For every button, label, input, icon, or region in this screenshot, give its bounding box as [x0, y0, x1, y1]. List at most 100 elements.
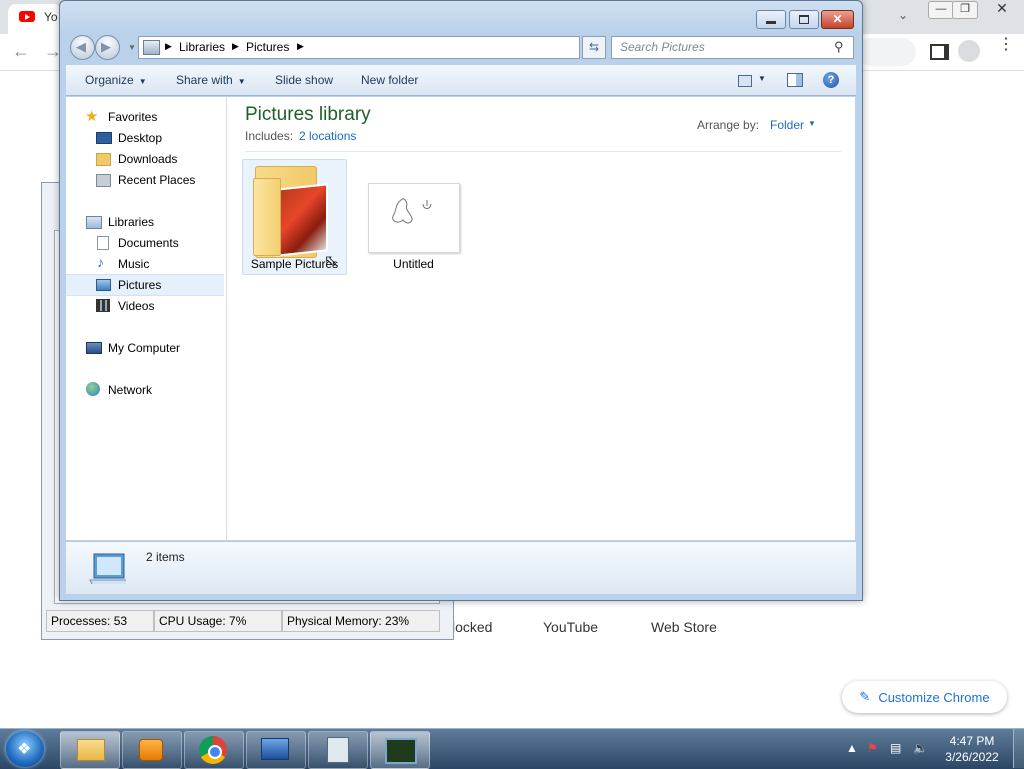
- profile-avatar-icon[interactable]: [958, 40, 980, 62]
- youtube-icon: [19, 11, 35, 22]
- help-icon[interactable]: ?: [823, 72, 839, 88]
- task-manager-icon: [385, 738, 417, 764]
- nav-favorites[interactable]: ★ Favorites: [66, 107, 224, 127]
- breadcrumb-chevron-icon[interactable]: ▶: [165, 41, 172, 52]
- recent-places-icon: [96, 174, 111, 187]
- nav-music[interactable]: ♪ Music: [66, 254, 224, 274]
- breadcrumb-pictures[interactable]: Pictures: [246, 40, 289, 54]
- nav-desktop[interactable]: Desktop: [66, 128, 224, 148]
- content-pane: Pictures library Includes: 2 locations A…: [227, 97, 855, 540]
- chrome-restore-button[interactable]: ❐: [952, 1, 978, 19]
- nav-label: Libraries: [108, 215, 155, 229]
- documents-icon: [97, 236, 109, 250]
- breadcrumb-chevron-icon[interactable]: ▶: [232, 41, 239, 52]
- clock-time: 4:47 PM: [949, 734, 995, 748]
- new-folder-button[interactable]: New folder: [361, 73, 418, 87]
- pictures-library-icon: [89, 553, 126, 584]
- chrome-close-button[interactable]: ✕: [984, 0, 1020, 16]
- taskbar-media-player-button[interactable]: [122, 731, 182, 769]
- explorer-close-button[interactable]: ✕: [821, 10, 854, 29]
- arrange-by-dropdown[interactable]: Folder: [770, 118, 804, 132]
- taskbar-clock[interactable]: 4:47 PM 3/26/2022: [932, 733, 1012, 765]
- nav-documents[interactable]: Documents: [66, 233, 224, 253]
- side-panel-icon[interactable]: [930, 44, 949, 60]
- nav-label: Downloads: [118, 152, 178, 166]
- shortcut-youtube[interactable]: YouTube: [543, 619, 598, 635]
- explorer-minimize-button[interactable]: [756, 10, 786, 29]
- music-note-icon: ♪: [97, 254, 104, 270]
- chrome-minimize-button[interactable]: —: [928, 1, 954, 19]
- shortcut-web-store[interactable]: Web Store: [651, 619, 717, 635]
- taskbar-chrome-button[interactable]: [184, 731, 244, 769]
- image-item-untitled[interactable]: [368, 183, 460, 253]
- recent-pages-dropdown-icon[interactable]: ▼: [128, 43, 136, 52]
- search-input[interactable]: Search Pictures ⚲: [611, 36, 854, 59]
- volume-icon[interactable]: 🔈: [913, 741, 928, 755]
- customize-chrome-button[interactable]: ✎ Customize Chrome: [842, 681, 1007, 713]
- chrome-back-icon[interactable]: ←: [12, 41, 30, 62]
- address-bar[interactable]: ▶ Libraries ▶ Pictures ▶ ▼: [138, 36, 652, 59]
- nav-label: Network: [108, 383, 153, 397]
- explorer-folder-icon: [77, 739, 105, 761]
- forward-button[interactable]: ▶: [95, 35, 120, 60]
- change-view-icon[interactable]: [738, 75, 752, 87]
- explorer-titlebar[interactable]: [60, 1, 862, 33]
- search-icon[interactable]: ⚲: [834, 39, 844, 55]
- nav-recent-places[interactable]: Recent Places: [66, 170, 224, 190]
- nav-libraries[interactable]: Libraries: [66, 212, 224, 232]
- refresh-icon: ⇆: [588, 40, 600, 54]
- folder-front-flap: [253, 178, 281, 256]
- shortcut-label[interactable]: locked: [452, 619, 492, 635]
- forward-arrow-icon: ▶: [101, 39, 111, 54]
- breadcrumb-chevron-icon[interactable]: ▶: [297, 41, 304, 52]
- network-globe-icon: [86, 382, 100, 396]
- slide-show-button[interactable]: Slide show: [275, 73, 333, 87]
- nav-downloads[interactable]: Downloads: [66, 149, 224, 169]
- explorer-maximize-button[interactable]: [789, 10, 819, 29]
- folder-thumbnail-photo: [276, 183, 328, 257]
- computer-icon: [86, 342, 102, 354]
- start-button[interactable]: ❖: [6, 731, 44, 767]
- share-with-button[interactable]: Share with ▼: [176, 73, 246, 87]
- windows-logo-icon: ❖: [17, 741, 32, 758]
- tab-search-chevron-icon[interactable]: ⌄: [898, 8, 908, 22]
- pencil-icon: ✎: [859, 689, 871, 704]
- action-center-icon[interactable]: ⚑: [867, 741, 878, 755]
- taskbar-task-manager-button[interactable]: [370, 731, 430, 769]
- sketch-thumbnail-icon: [392, 198, 432, 224]
- chrome-menu-icon[interactable]: ⋮: [998, 37, 1014, 53]
- arrange-dropdown-icon[interactable]: ▼: [808, 119, 816, 128]
- library-folder-icon: [143, 40, 160, 55]
- dropdown-arrow-icon: ▼: [237, 77, 246, 86]
- videos-icon: [96, 299, 110, 312]
- nav-pictures[interactable]: Pictures: [66, 274, 224, 296]
- nav-label: Favorites: [108, 110, 158, 124]
- preview-pane-icon[interactable]: [787, 73, 803, 87]
- show-hidden-icons-icon[interactable]: ▲: [846, 741, 858, 755]
- nav-label: Pictures: [118, 278, 162, 292]
- nav-videos[interactable]: Videos: [66, 296, 224, 316]
- taskbar-remote-desktop-button[interactable]: [246, 731, 306, 769]
- taskbar-explorer-button[interactable]: [60, 731, 120, 769]
- view-dropdown-icon[interactable]: ▼: [758, 74, 766, 83]
- refresh-button[interactable]: ⇆: [582, 36, 606, 59]
- taskbar-calculator-button[interactable]: [308, 731, 368, 769]
- downloads-folder-icon: [96, 153, 111, 166]
- share-with-label: Share with: [176, 73, 233, 87]
- organize-button[interactable]: Organize ▼: [85, 73, 147, 87]
- includes-locations-link[interactable]: 2 locations: [299, 129, 356, 143]
- show-desktop-button[interactable]: [1013, 729, 1024, 768]
- nav-label: My Computer: [108, 341, 181, 355]
- physical-memory: Physical Memory: 23%: [282, 610, 440, 632]
- breadcrumb-libraries[interactable]: Libraries: [179, 40, 225, 54]
- nav-my-computer[interactable]: My Computer: [66, 338, 224, 358]
- nav-network[interactable]: Network: [66, 380, 224, 400]
- includes-label: Includes:: [245, 129, 294, 143]
- search-placeholder: Search Pictures: [620, 40, 705, 54]
- content-divider: [245, 151, 841, 152]
- libraries-icon: [86, 216, 102, 229]
- network-tray-icon[interactable]: ▤: [890, 741, 901, 755]
- desktop-icon: [96, 132, 112, 144]
- back-button[interactable]: ◀: [70, 35, 95, 60]
- chrome-omnibox[interactable]: [856, 38, 916, 66]
